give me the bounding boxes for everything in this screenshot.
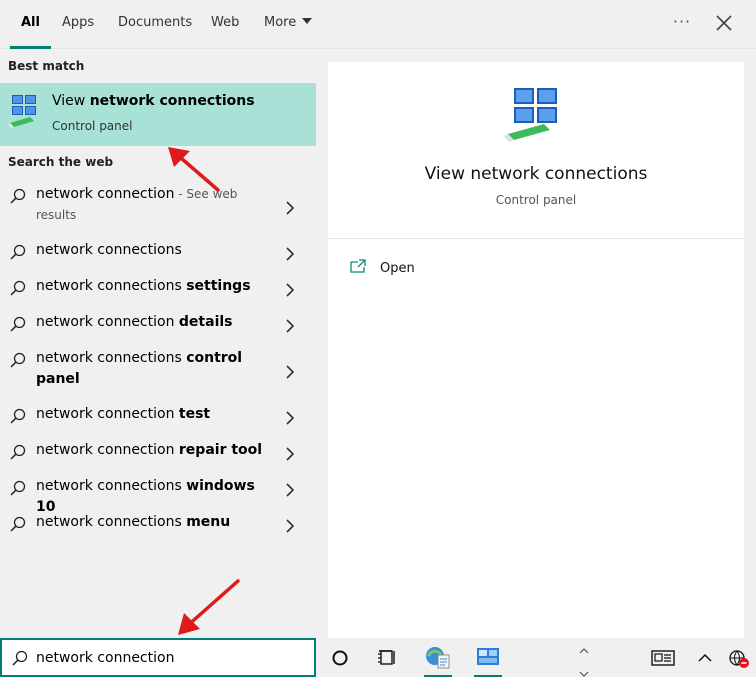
web-result-text: network connections control panel <box>36 350 243 387</box>
chevron-down-icon <box>302 18 313 24</box>
tab-apps-label: Apps <box>62 15 95 30</box>
search-icon <box>9 279 27 297</box>
web-result-item[interactable]: network connections windows 10 <box>0 476 316 515</box>
chevron-right-icon <box>285 482 295 497</box>
news-icon[interactable] <box>646 638 680 677</box>
ellipsis-icon[interactable]: ··· <box>670 8 694 38</box>
web-result-text: network connections <box>36 242 182 258</box>
web-result-text: network connections settings <box>36 278 251 294</box>
search-box[interactable] <box>0 638 316 677</box>
web-result-item[interactable]: network connections settings <box>0 276 316 308</box>
tab-apps[interactable]: Apps <box>62 0 94 49</box>
preview-title: View network connections <box>424 164 648 184</box>
tab-web[interactable]: Web <box>211 0 239 49</box>
search-icon <box>9 351 27 369</box>
tab-all[interactable]: All <box>10 0 51 49</box>
search-icon <box>9 407 27 425</box>
task-view-icon[interactable] <box>374 638 402 677</box>
web-result-text: network connection details <box>36 314 233 330</box>
web-result-item[interactable]: network connection details <box>0 312 316 344</box>
open-action[interactable]: Open <box>350 258 470 282</box>
web-result-item[interactable]: network connections <box>0 240 316 272</box>
annotation-arrow <box>178 579 240 635</box>
ie-tile-icon[interactable] <box>418 638 458 677</box>
search-icon <box>9 479 27 497</box>
best-match-subtitle: Control panel <box>52 119 133 133</box>
best-match-heading: Best match <box>8 59 85 73</box>
web-result-text: network connections menu <box>36 514 231 530</box>
chevron-right-icon <box>285 318 295 333</box>
chevron-right-icon <box>285 364 295 379</box>
cortana-icon[interactable] <box>326 638 354 677</box>
web-result-item[interactable]: network connection - See web results <box>0 184 316 236</box>
tab-more[interactable]: More <box>264 0 313 49</box>
web-result-text: network connection - See web results <box>36 186 238 222</box>
preview-subtitle: Control panel <box>495 193 577 207</box>
search-input[interactable] <box>36 646 306 670</box>
search-icon <box>9 443 27 461</box>
web-result-item[interactable]: network connection test <box>0 404 316 436</box>
network-disconnected-icon[interactable] <box>726 638 752 677</box>
chevron-right-icon <box>285 246 295 261</box>
search-web-heading: Search the web <box>8 155 114 169</box>
best-match-title: View network connections <box>52 93 255 109</box>
tab-all-label: All <box>21 15 40 30</box>
tab-web-label: Web <box>211 15 240 30</box>
chevron-up-icon[interactable] <box>694 638 716 677</box>
chevron-right-icon <box>285 410 295 425</box>
tab-documents-label: Documents <box>118 15 193 30</box>
tab-documents[interactable]: Documents <box>118 0 192 49</box>
tab-more-label: More <box>264 15 297 30</box>
network-connections-icon <box>504 86 564 146</box>
annotation-arrow <box>168 147 220 192</box>
web-result-item[interactable]: network connection repair tool <box>0 440 316 472</box>
chevron-right-icon <box>285 282 295 297</box>
web-result-text: network connection repair tool <box>36 442 263 458</box>
close-icon[interactable] <box>713 11 735 35</box>
chevron-right-icon <box>285 446 295 461</box>
network-connections-icon <box>8 93 40 129</box>
web-result-item[interactable]: network connections menu <box>0 512 316 544</box>
search-filter-bar: All Apps Documents Web More ··· <box>0 0 756 49</box>
search-icon <box>9 315 27 333</box>
taskbar <box>316 638 756 677</box>
web-result-item[interactable]: network connections control panel <box>0 348 316 400</box>
scroll-up-icon[interactable] <box>578 641 590 654</box>
open-icon <box>350 258 366 273</box>
divider <box>328 238 744 239</box>
chevron-right-icon <box>285 200 295 215</box>
chevron-right-icon <box>285 518 295 533</box>
open-label: Open <box>380 261 415 276</box>
search-icon <box>11 649 29 667</box>
web-result-text: network connection test <box>36 406 211 422</box>
best-match-item[interactable]: View network connections Control panel <box>0 83 316 146</box>
search-icon <box>9 243 27 261</box>
search-icon <box>9 515 27 533</box>
control-panel-icon[interactable] <box>468 638 508 677</box>
preview-panel: View network connections Control panel O… <box>328 62 744 638</box>
results-panel: Best match View network connections Cont… <box>0 50 316 638</box>
search-icon <box>9 187 27 205</box>
scroll-down-icon[interactable] <box>578 664 590 677</box>
